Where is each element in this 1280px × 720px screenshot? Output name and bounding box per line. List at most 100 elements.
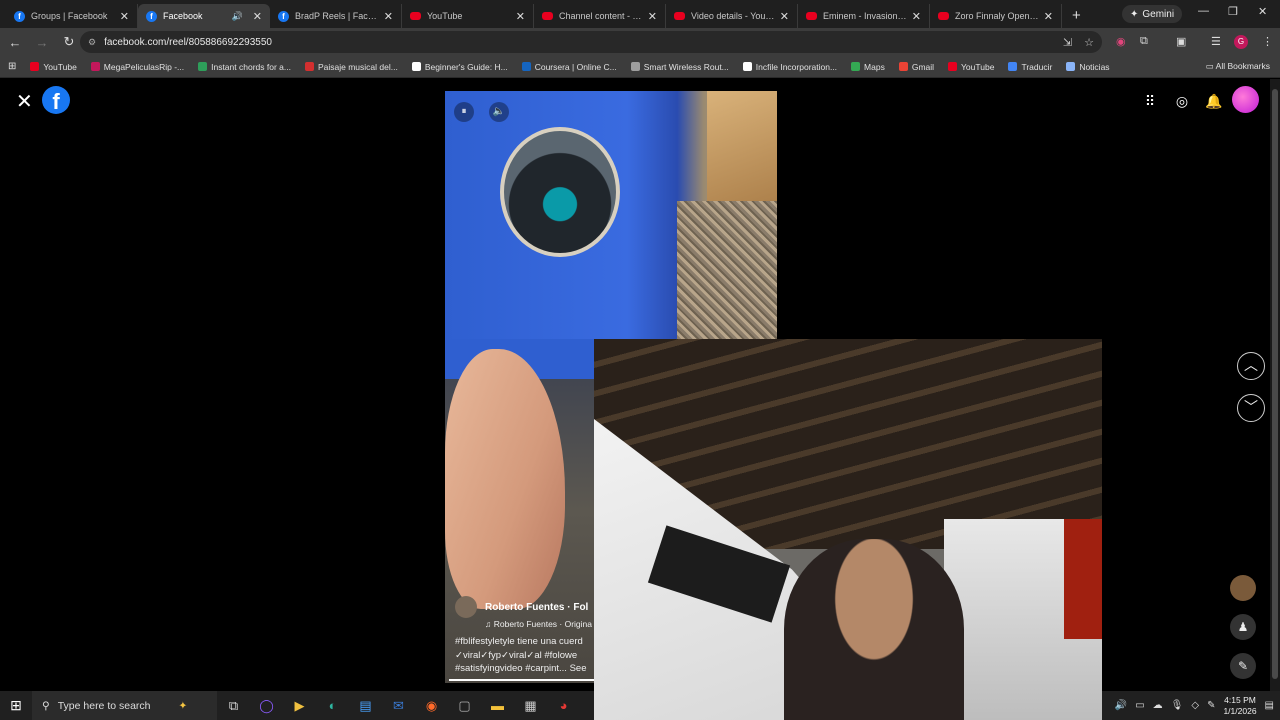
reel-action-button[interactable]: ♟ (1230, 614, 1256, 640)
tab-title: BradP Reels | Facebook (295, 11, 380, 21)
chevron-up-icon: ︿ (1244, 357, 1258, 373)
volume-icon[interactable]: 🔈 (489, 102, 509, 122)
bookmark-item[interactable]: Paisaje musical del... (304, 62, 398, 72)
window-icon[interactable]: ▢ (448, 698, 481, 714)
bookmark-item[interactable]: MegaPeliculasRip -... (90, 62, 184, 72)
bookmark-item[interactable]: Coursera | Online C... (521, 62, 617, 72)
reel-progress-bar[interactable] (449, 679, 595, 681)
side-panel-icon[interactable]: ▣ (1176, 35, 1186, 48)
bookmark-item[interactable]: Noticias (1066, 62, 1110, 72)
close-tab-icon[interactable]: ✕ (120, 10, 129, 23)
next-reel-button[interactable]: ﹀ (1237, 394, 1265, 422)
close-tab-icon[interactable]: ✕ (384, 10, 393, 23)
mail-icon[interactable]: ✉ (382, 698, 415, 714)
tab-bradp-reels[interactable]: f BradP Reels | Facebook ✕ (270, 4, 402, 28)
compose-button[interactable]: ✎ (1230, 653, 1256, 679)
menu-grid-button[interactable]: ⠿ (1139, 90, 1161, 112)
scrollbar-thumb[interactable] (1272, 89, 1278, 679)
app-tray-icon[interactable]: ◇ (1191, 700, 1199, 711)
bell-icon: 🔔 (1205, 93, 1223, 109)
bookmark-item[interactable]: Instant chords for a... (198, 62, 291, 72)
cortana-icon[interactable]: ◯ (250, 698, 283, 714)
account-avatar[interactable] (1232, 86, 1259, 113)
cloud-icon[interactable]: ☁ (1153, 700, 1163, 711)
network-icon[interactable]: ▭ (1135, 700, 1144, 711)
facebook-icon: f (278, 10, 289, 22)
bookmark-item[interactable]: Beginner's Guide: H... (411, 62, 508, 72)
bookmark-item[interactable]: Gmail (898, 62, 934, 72)
forward-icon[interactable]: → (30, 35, 54, 50)
reload-icon[interactable]: ↻ (57, 34, 81, 50)
pen-icon[interactable]: ✎ (1207, 700, 1215, 711)
window-close-icon[interactable]: ✕ (1258, 5, 1267, 18)
clock[interactable]: 4:15 PM 1/1/2026 (1223, 695, 1256, 717)
close-icon[interactable]: ✕ (16, 89, 33, 114)
scrollbar[interactable] (1270, 79, 1280, 691)
bookmark-star-icon[interactable]: ☆ (1084, 36, 1094, 49)
tab-zoro[interactable]: Zoro Finnaly Opens His ✕ (930, 4, 1062, 28)
speaker-icon[interactable]: 🔊 (1115, 700, 1127, 711)
calculator-icon[interactable]: ▦ (514, 698, 547, 714)
bookmark-item[interactable]: YouTube (30, 61, 77, 72)
author-name[interactable]: Roberto Fuentes · Fol (485, 602, 588, 613)
facebook-logo[interactable]: f (42, 86, 70, 114)
chrome-icon[interactable]: ◕ (547, 698, 580, 713)
apps-grid-icon[interactable]: ⊞ (8, 61, 16, 72)
extensions-puzzle-icon[interactable]: ⧉ (1140, 35, 1148, 48)
menu-kebab-icon[interactable]: ⋮ (1262, 35, 1273, 48)
bookmarks-bar: ⊞ YouTube MegaPeliculasRip -... Instant … (0, 56, 1280, 78)
address-bar[interactable]: ⚙ facebook.com/reel/805886692293550 ⇲ ☆ (80, 31, 1102, 53)
tab-facebook[interactable]: f Facebook 🔊 ✕ (138, 4, 270, 28)
bookmark-item[interactable]: YouTube (948, 62, 994, 72)
red-object (1064, 519, 1102, 639)
edge-icon[interactable]: ◐ (316, 698, 349, 713)
bookmark-item[interactable]: Smart Wireless Rout... (630, 62, 729, 72)
pause-icon[interactable]: ⏸ (454, 102, 474, 122)
close-tab-icon[interactable]: ✕ (516, 10, 525, 23)
side-avatar[interactable] (1230, 575, 1256, 601)
restore-icon[interactable]: ❐ (1228, 5, 1238, 18)
all-bookmarks-button[interactable]: ▭ All Bookmarks (1206, 61, 1270, 72)
extension-icon[interactable]: ◉ (1116, 35, 1126, 48)
close-tab-icon[interactable]: ✕ (1044, 10, 1053, 23)
new-tab-button[interactable]: + (1072, 7, 1081, 24)
monitor-app-icon[interactable]: ▤ (349, 698, 382, 714)
profile-avatar[interactable]: G (1234, 35, 1248, 49)
minimize-icon[interactable]: — (1198, 5, 1209, 17)
install-icon[interactable]: ⇲ (1063, 36, 1072, 49)
close-tab-icon[interactable]: ✕ (912, 10, 921, 23)
speaker-icon[interactable]: 🔊 (232, 11, 243, 22)
close-tab-icon[interactable]: ✕ (780, 10, 789, 23)
notifications-button[interactable]: 🔔 (1203, 90, 1225, 112)
tab-video-details[interactable]: Video details - YouTub ✕ (666, 4, 798, 28)
tab-groups-facebook[interactable]: f Groups | Facebook ✕ (6, 4, 138, 28)
windows-start-icon[interactable]: ⊞ (0, 697, 32, 714)
taskbar-search[interactable]: ⚲ Type here to search ✦ (32, 691, 217, 720)
tab-channel-content[interactable]: Channel content - YouT ✕ (534, 4, 666, 28)
bookmark-label: Maps (864, 61, 885, 72)
gemini-label: Gemini (1142, 8, 1175, 20)
site-info-icon[interactable]: ⚙ (88, 37, 96, 48)
caption-line[interactable]: #satisfyingvideo #carpint... See (455, 662, 605, 676)
task-view-icon[interactable]: ⧉ (217, 698, 250, 714)
file-explorer-icon[interactable]: ▬ (481, 698, 514, 713)
tab-youtube[interactable]: YouTube ✕ (402, 4, 534, 28)
messenger-button[interactable]: ◎ (1171, 90, 1193, 112)
gemini-button[interactable]: ✦ Gemini (1122, 5, 1183, 23)
microphone-icon[interactable]: 🎙 (1171, 700, 1184, 711)
media-control-icon[interactable]: ☰ (1211, 35, 1221, 48)
tab-eminem[interactable]: Eminem - Invasion (The ✕ (798, 4, 930, 28)
app-icon[interactable]: ◉ (415, 698, 448, 714)
bookmark-label: YouTube (43, 61, 77, 72)
notification-center-icon[interactable]: ▤ (1265, 700, 1274, 711)
close-tab-icon[interactable]: ✕ (253, 10, 262, 23)
bookmark-item[interactable]: Traducir (1008, 62, 1052, 72)
news-icon (1066, 62, 1076, 71)
bookmark-item[interactable]: Incfile Incorporation... (742, 62, 837, 72)
media-player-icon[interactable]: ▶ (283, 698, 316, 714)
author-avatar[interactable] (455, 596, 477, 618)
bookmark-item[interactable]: Maps (851, 62, 885, 72)
back-icon[interactable]: ← (3, 35, 27, 50)
previous-reel-button[interactable]: ︿ (1237, 352, 1265, 380)
close-tab-icon[interactable]: ✕ (648, 10, 657, 23)
